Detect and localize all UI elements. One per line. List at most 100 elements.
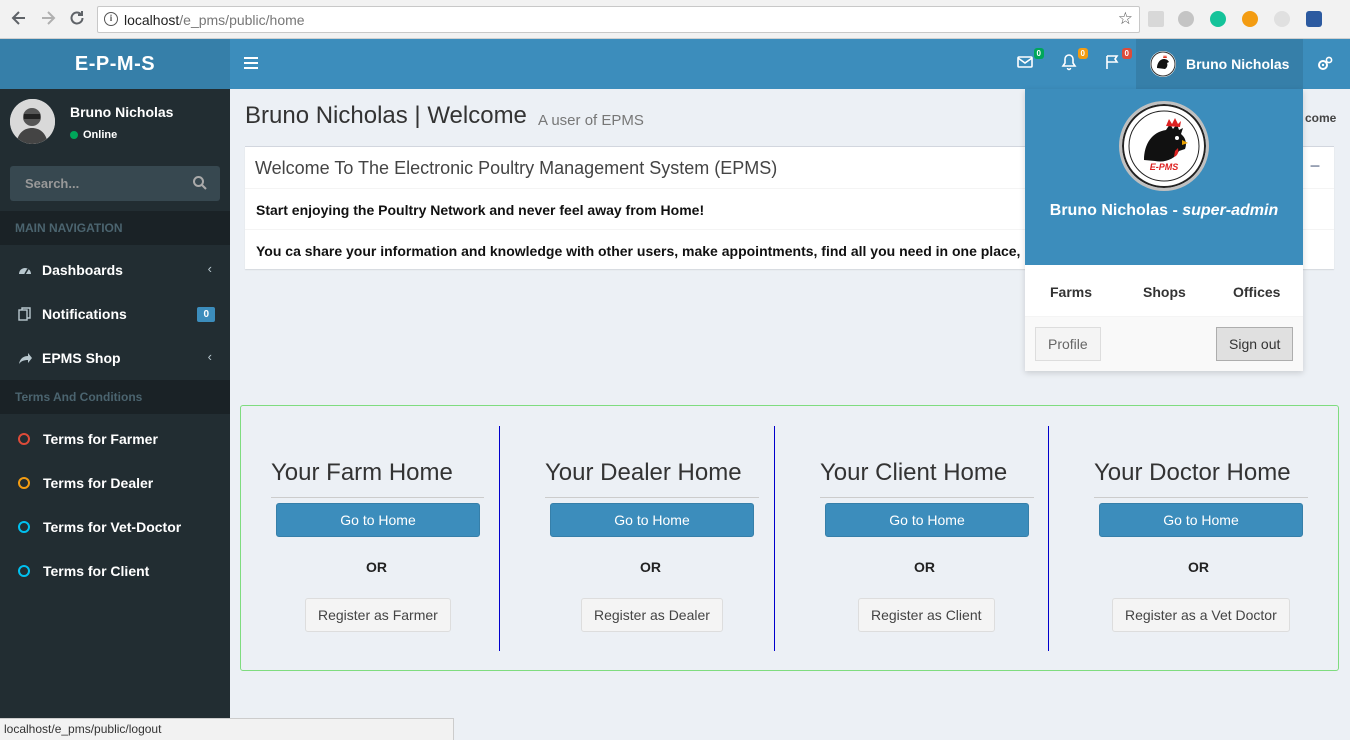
go-to-dealer-home-button[interactable]: Go to Home bbox=[550, 503, 754, 537]
or-label: OR bbox=[640, 559, 661, 575]
sidebar-item-label: Notifications bbox=[42, 306, 127, 322]
shops-link[interactable]: Shops bbox=[1143, 284, 1186, 300]
breadcrumb[interactable]: come bbox=[1305, 111, 1336, 125]
or-label: OR bbox=[1188, 559, 1209, 575]
sidebar-item-dashboards[interactable]: Dashboards ‹ bbox=[0, 248, 230, 292]
sidebar-item-label: Terms for Client bbox=[43, 563, 150, 579]
go-to-doctor-home-button[interactable]: Go to Home bbox=[1099, 503, 1303, 537]
bell-icon bbox=[1061, 54, 1077, 71]
circle-aqua-icon bbox=[18, 565, 30, 577]
farms-link[interactable]: Farms bbox=[1050, 284, 1092, 300]
dropdown-name-separator: - bbox=[1168, 202, 1183, 219]
sidebar-toggle-icon[interactable] bbox=[244, 57, 258, 69]
address-bar[interactable]: i localhost/e_pms/public/home ☆ bbox=[97, 6, 1140, 33]
dashboard-gauge-icon bbox=[19, 268, 31, 275]
app-logo[interactable]: E-P-M-S bbox=[0, 39, 230, 89]
envelope-icon bbox=[1017, 56, 1033, 68]
divider bbox=[545, 497, 759, 498]
sidebar-item-terms-farmer[interactable]: Terms for Farmer bbox=[0, 417, 230, 461]
chevron-left-icon: ‹ bbox=[207, 261, 212, 276]
control-sidebar-gears-icon[interactable] bbox=[1316, 55, 1334, 78]
status-text: Online bbox=[83, 129, 118, 141]
go-to-farm-home-button[interactable]: Go to Home bbox=[276, 503, 480, 537]
sidebar-item-terms-client[interactable]: Terms for Client bbox=[0, 549, 230, 593]
sidebar-search-input[interactable]: Search... bbox=[10, 166, 220, 201]
forward-arrow-icon[interactable] bbox=[37, 8, 59, 30]
offices-link[interactable]: Offices bbox=[1233, 284, 1280, 300]
page-subtitle: A user of EPMS bbox=[538, 112, 644, 129]
sidebar-item-epms-shop[interactable]: EPMS Shop ‹ bbox=[0, 336, 230, 380]
notifications-badge: 0 bbox=[197, 307, 215, 322]
notifications-count-badge: 0 bbox=[1077, 48, 1088, 59]
tasks-menu[interactable]: 0 bbox=[1104, 48, 1132, 77]
collapse-minus-icon[interactable]: – bbox=[1310, 155, 1320, 176]
or-label: OR bbox=[366, 559, 387, 575]
home-title-farm: Your Farm Home bbox=[271, 459, 453, 486]
terms-header: Terms And Conditions bbox=[0, 380, 230, 414]
copy-icon bbox=[18, 307, 31, 321]
sidebar-item-label: Terms for Dealer bbox=[43, 475, 154, 491]
column-divider bbox=[499, 426, 500, 651]
browser-toolbar: i localhost/e_pms/public/home ☆ bbox=[0, 0, 1350, 39]
search-icon[interactable] bbox=[192, 175, 208, 191]
welcome-text-line: You ca share your information and knowle… bbox=[256, 243, 1021, 259]
divider bbox=[271, 497, 484, 498]
divider bbox=[1094, 497, 1308, 498]
bookmark-star-icon[interactable]: ☆ bbox=[1118, 9, 1133, 29]
extension-key-icon[interactable] bbox=[1242, 11, 1258, 27]
register-dealer-button[interactable]: Register as Dealer bbox=[581, 598, 723, 632]
sidebar-user-avatar bbox=[10, 99, 55, 144]
sidebar-item-notifications[interactable]: Notifications 0 bbox=[0, 292, 230, 336]
user-dropdown-header: E-PMS Bruno Nicholas - super-admin bbox=[1025, 89, 1303, 265]
welcome-text-line: Start enjoying the Poultry Network and n… bbox=[256, 202, 705, 218]
extension-app-icon[interactable] bbox=[1306, 11, 1322, 27]
sidebar-item-terms-dealer[interactable]: Terms for Dealer bbox=[0, 461, 230, 505]
user-menu-name: Bruno Nicholas bbox=[1186, 56, 1290, 72]
home-title-doctor: Your Doctor Home bbox=[1094, 459, 1291, 486]
sidebar-item-label: EPMS Shop bbox=[42, 350, 121, 366]
go-to-client-home-button[interactable]: Go to Home bbox=[825, 503, 1029, 537]
extension-compass-icon[interactable] bbox=[1178, 11, 1194, 27]
user-dropdown-links: Farms Shops Offices bbox=[1025, 265, 1303, 317]
flag-icon bbox=[1106, 55, 1119, 69]
main-navigation-header: MAIN NAVIGATION bbox=[0, 211, 230, 245]
register-client-button[interactable]: Register as Client bbox=[858, 598, 995, 632]
notifications-menu[interactable]: 0 bbox=[1060, 48, 1088, 77]
sidebar-user-status: Online bbox=[70, 129, 117, 141]
user-dropdown-footer: Profile Sign out bbox=[1025, 317, 1303, 371]
page-title: Bruno Nicholas | Welcome bbox=[245, 102, 527, 129]
sidebar-item-terms-vet-doctor[interactable]: Terms for Vet-Doctor bbox=[0, 505, 230, 549]
user-dropdown-menu: E-PMS Bruno Nicholas - super-admin Farms… bbox=[1025, 89, 1303, 371]
register-vet-doctor-button[interactable]: Register as a Vet Doctor bbox=[1112, 598, 1290, 632]
messages-count-badge: 0 bbox=[1033, 48, 1044, 59]
epms-logo-text: E-PMS bbox=[1149, 162, 1179, 172]
tasks-count-badge: 0 bbox=[1121, 48, 1132, 59]
or-label: OR bbox=[914, 559, 935, 575]
profile-button[interactable]: Profile bbox=[1035, 327, 1101, 361]
user-menu-toggle[interactable]: Bruno Nicholas bbox=[1136, 39, 1303, 89]
register-farmer-button[interactable]: Register as Farmer bbox=[305, 598, 451, 632]
column-divider bbox=[1048, 426, 1049, 651]
url-host: localhost bbox=[124, 12, 180, 28]
url-path: /e_pms/public/home bbox=[179, 12, 305, 28]
sidebar-item-label: Terms for Vet-Doctor bbox=[43, 519, 182, 535]
home-title-client: Your Client Home bbox=[820, 459, 1008, 486]
online-dot-icon bbox=[70, 131, 78, 139]
extension-circle-icon[interactable] bbox=[1274, 11, 1290, 27]
url-text: localhost/e_pms/public/home bbox=[124, 12, 305, 28]
reload-icon[interactable] bbox=[66, 8, 88, 30]
column-divider bbox=[774, 426, 775, 651]
epms-logo-avatar: E-PMS bbox=[1119, 101, 1209, 191]
browser-status-bar: localhost/e_pms/public/logout bbox=[0, 718, 454, 740]
dropdown-name-text: Bruno Nicholas bbox=[1049, 202, 1168, 219]
search-placeholder: Search... bbox=[25, 176, 80, 191]
sign-out-button[interactable]: Sign out bbox=[1216, 327, 1294, 361]
extension-puzzle-icon[interactable] bbox=[1148, 11, 1164, 27]
sidebar: Bruno Nicholas Online Search... MAIN NAV… bbox=[0, 89, 230, 740]
home-title-dealer: Your Dealer Home bbox=[545, 459, 742, 486]
back-arrow-icon[interactable] bbox=[8, 8, 30, 30]
info-icon[interactable]: i bbox=[104, 12, 118, 26]
messages-menu[interactable]: 0 bbox=[1016, 48, 1044, 77]
welcome-box-title: Welcome To The Electronic Poultry Manage… bbox=[255, 158, 778, 178]
grammarly-icon[interactable] bbox=[1210, 11, 1226, 27]
